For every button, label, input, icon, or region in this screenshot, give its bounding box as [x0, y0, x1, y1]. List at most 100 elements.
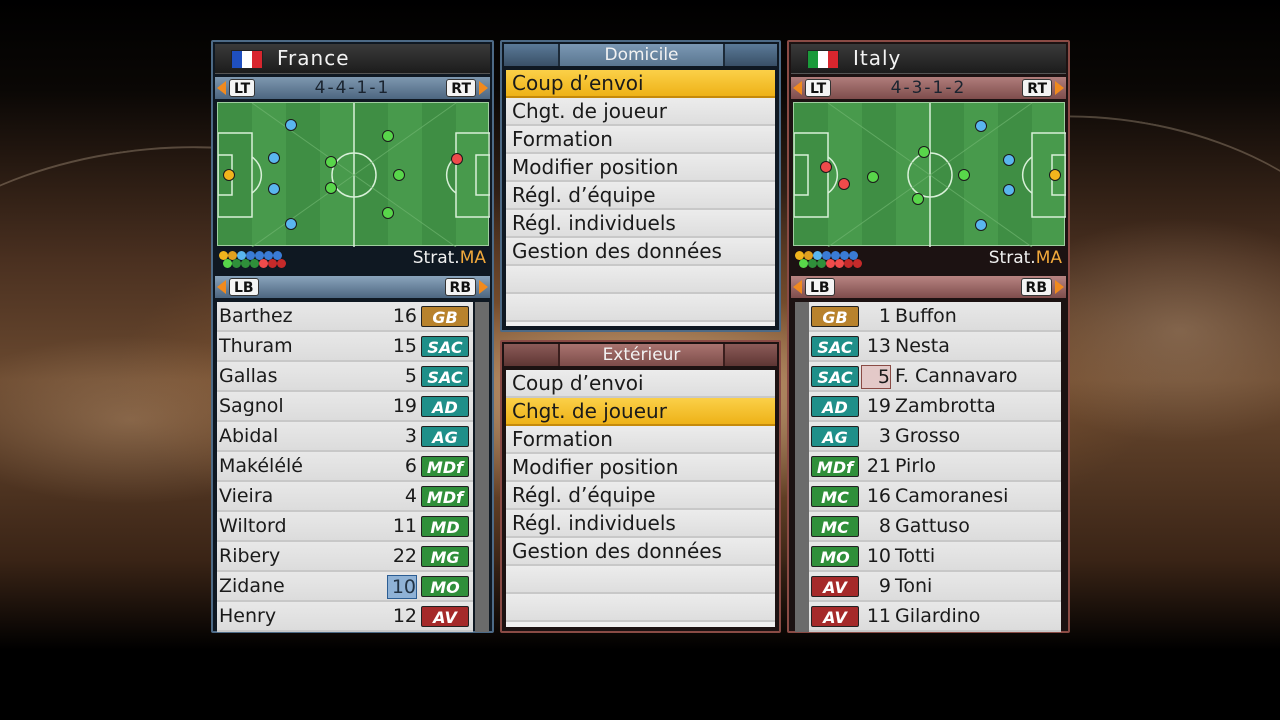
menu-item[interactable]: Chgt. de joueur [506, 398, 775, 426]
rb-button[interactable]: RB [1020, 278, 1052, 296]
menu-item[interactable]: Gestion des données [506, 538, 775, 566]
player-number: 19 [392, 395, 417, 417]
player-list-bar: LB RB [215, 276, 490, 298]
menu-item[interactable]: Formation [506, 426, 775, 454]
formation-bar: LT 4-3-1-2 RT [791, 77, 1066, 99]
lb-button[interactable]: LB [229, 278, 259, 296]
player-marker[interactable] [820, 161, 832, 173]
player-list: Barthez 16 GB Thuram 15 SAC Gallas 5 SAC Sagnol 19… [217, 302, 473, 632]
formation-pitch[interactable] [217, 102, 490, 247]
france-flag-icon [231, 50, 263, 69]
player-marker[interactable] [285, 119, 297, 131]
lb-button[interactable]: LB [805, 278, 835, 296]
player-row[interactable]: Gallas 5 SAC [217, 362, 473, 392]
pitch-lines [218, 103, 490, 247]
strategy-indicator-icon [795, 251, 875, 271]
menu-item[interactable]: Régl. d’équipe [506, 482, 775, 510]
player-number: 15 [392, 335, 417, 357]
player-marker[interactable] [382, 207, 394, 219]
arrow-right-icon[interactable] [479, 280, 488, 294]
player-name: Nesta [895, 335, 950, 357]
menu-item[interactable]: Modifier position [506, 154, 775, 182]
player-number: 19 [866, 395, 891, 417]
arrow-right-icon[interactable] [479, 81, 488, 95]
position-badge: SAC [811, 336, 859, 357]
player-marker[interactable] [867, 171, 879, 183]
player-name: Grosso [895, 425, 961, 447]
player-marker[interactable] [1049, 169, 1061, 181]
arrow-right-icon[interactable] [1055, 280, 1064, 294]
rt-button[interactable]: RT [446, 79, 476, 97]
player-marker[interactable] [1003, 184, 1015, 196]
player-row[interactable]: GB 1 Buffon [809, 302, 1061, 332]
player-marker[interactable] [268, 183, 280, 195]
player-marker[interactable] [975, 219, 987, 231]
menu-item[interactable]: Régl. d’équipe [506, 182, 775, 210]
player-row[interactable]: SAC 5 F. Cannavaro [809, 362, 1061, 392]
player-row[interactable]: MC 8 Gattuso [809, 512, 1061, 542]
player-marker[interactable] [838, 178, 850, 190]
italy-flag-icon [807, 50, 839, 69]
player-marker[interactable] [1003, 154, 1015, 166]
player-marker[interactable] [325, 156, 337, 168]
away-team-panel: Italy LT 4-3-1-2 RT Strat.MA LB RB GB 1 … [787, 40, 1070, 633]
player-row[interactable]: Vieira 4 MDf [217, 482, 473, 512]
menu-item[interactable]: Chgt. de joueur [506, 98, 775, 126]
player-marker[interactable] [382, 130, 394, 142]
menu-item[interactable]: Coup d’envoi [506, 370, 775, 398]
player-marker[interactable] [912, 193, 924, 205]
player-row[interactable]: Barthez 16 GB [217, 302, 473, 332]
rt-button[interactable]: RT [1022, 79, 1052, 97]
menu-title-bar: Extérieur [504, 344, 777, 366]
player-row[interactable]: MDf 21 Pirlo [809, 452, 1061, 482]
away-menu-panel: Extérieur Coup d’envoi Chgt. de joueur For… [500, 340, 781, 633]
player-marker[interactable] [958, 169, 970, 181]
arrow-left-icon[interactable] [217, 280, 226, 294]
player-row[interactable]: AV 9 Toni [809, 572, 1061, 602]
player-number: 12 [392, 605, 417, 627]
player-row[interactable]: Makélélé 6 MDf [217, 452, 473, 482]
formation-pitch[interactable] [793, 102, 1066, 247]
arrow-left-icon[interactable] [793, 280, 802, 294]
player-marker[interactable] [451, 153, 463, 165]
menu-item[interactable]: Formation [506, 126, 775, 154]
player-row[interactable]: AD 19 Zambrotta [809, 392, 1061, 422]
menu-item[interactable]: Gestion des données [506, 238, 775, 266]
player-row[interactable]: SAC 13 Nesta [809, 332, 1061, 362]
player-row[interactable]: Abidal 3 AG [217, 422, 473, 452]
player-marker[interactable] [268, 152, 280, 164]
player-row[interactable]: Zidane 10 MO [217, 572, 473, 602]
player-marker[interactable] [918, 146, 930, 158]
player-row[interactable]: MO 10 Totti [809, 542, 1061, 572]
position-badge: AV [811, 576, 859, 597]
player-row[interactable]: Sagnol 19 AD [217, 392, 473, 422]
position-badge: AG [811, 426, 859, 447]
player-number: 6 [404, 455, 417, 477]
position-badge: SAC [421, 366, 469, 387]
menu-item[interactable]: Régl. individuels [506, 210, 775, 238]
scrollbar[interactable] [475, 302, 489, 632]
player-marker[interactable] [285, 218, 297, 230]
player-row[interactable]: Thuram 15 SAC [217, 332, 473, 362]
player-row[interactable]: Henry 12 AV [217, 602, 473, 632]
player-name: Zambrotta [895, 395, 996, 417]
player-row[interactable]: Ribery 22 MG [217, 542, 473, 572]
player-marker[interactable] [223, 169, 235, 181]
player-number: 21 [866, 455, 891, 477]
player-marker[interactable] [393, 169, 405, 181]
arrow-right-icon[interactable] [1055, 81, 1064, 95]
menu-item[interactable]: Modifier position [506, 454, 775, 482]
formation-bar: LT 4-4-1-1 RT [215, 77, 490, 99]
player-row[interactable]: MC 16 Camoranesi [809, 482, 1061, 512]
scrollbar[interactable] [795, 302, 809, 632]
position-badge: MG [421, 546, 469, 567]
player-marker[interactable] [975, 120, 987, 132]
player-row[interactable]: AG 3 Grosso [809, 422, 1061, 452]
player-row[interactable]: Wiltord 11 MD [217, 512, 473, 542]
player-row[interactable]: AV 11 Gilardino [809, 602, 1061, 632]
rb-button[interactable]: RB [444, 278, 476, 296]
player-marker[interactable] [325, 182, 337, 194]
player-list: GB 1 Buffon SAC 13 Nesta SAC 5 F. Cannavaro AD 19 Z… [809, 302, 1061, 632]
menu-item[interactable]: Coup d’envoi [506, 70, 775, 98]
menu-item[interactable]: Régl. individuels [506, 510, 775, 538]
